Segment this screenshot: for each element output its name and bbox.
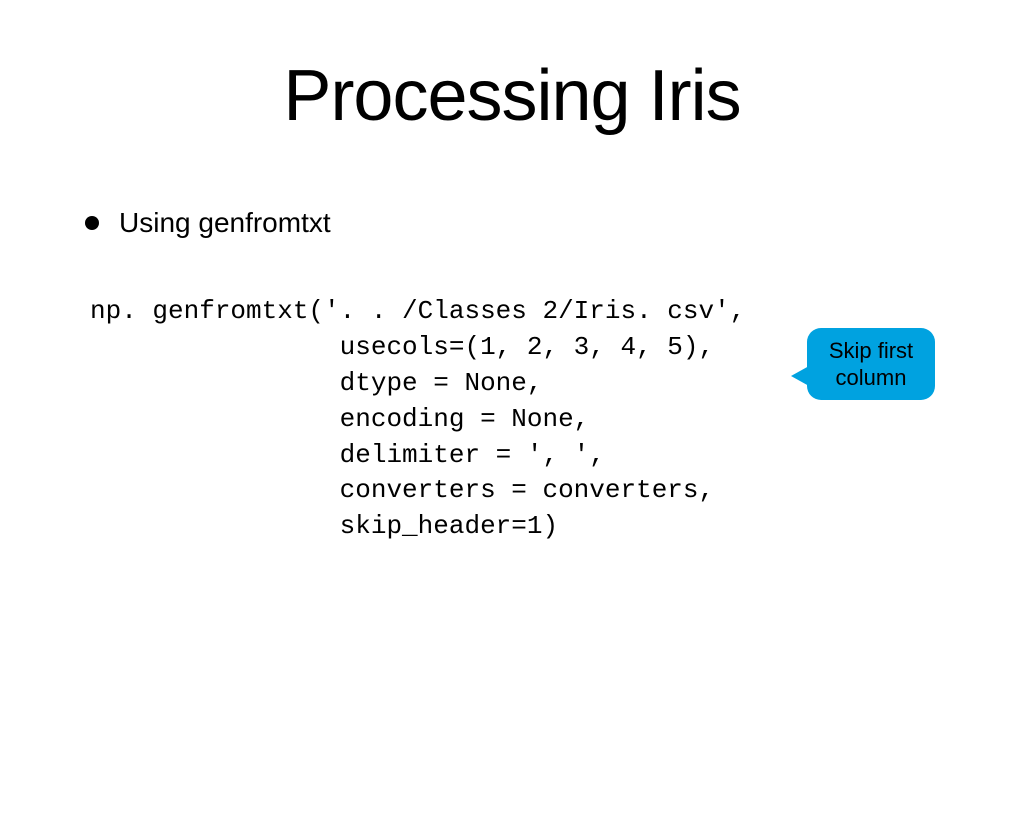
callout-tail-icon	[791, 366, 809, 386]
callout-line1: Skip first	[829, 338, 913, 363]
callout-box: Skip first column	[807, 328, 935, 400]
callout-line2: column	[836, 365, 907, 390]
bullet-item: Using genfromtxt	[85, 207, 1024, 239]
page-title: Processing Iris	[0, 55, 1024, 137]
bullet-dot-icon	[85, 216, 99, 230]
callout-text: Skip first column	[829, 337, 913, 392]
bullet-text: Using genfromtxt	[119, 207, 331, 239]
